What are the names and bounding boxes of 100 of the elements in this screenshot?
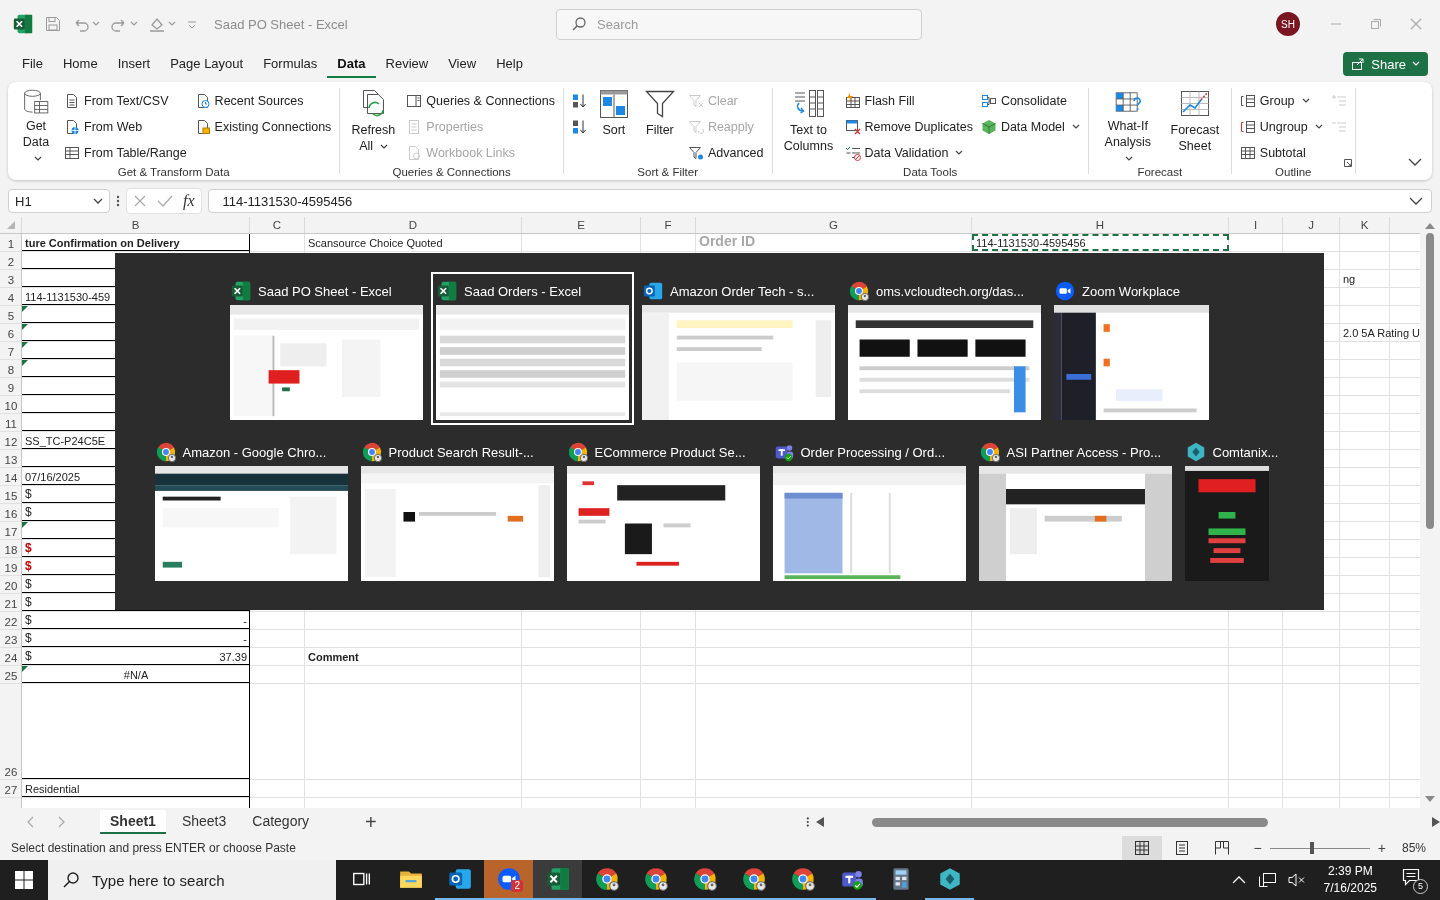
ribbon-button[interactable]: Text to Columns — [780, 88, 837, 166]
ribbon-button[interactable]: Advanced — [687, 140, 764, 166]
window-preview[interactable]: Saad Orders - Excel — [431, 272, 634, 425]
row-number[interactable]: 9 — [0, 378, 22, 395]
row-number[interactable]: 22 — [0, 612, 22, 629]
column-header[interactable]: D — [305, 217, 522, 233]
view-button[interactable] — [1121, 836, 1162, 860]
ribbon-button[interactable]: Data Model — [980, 114, 1080, 140]
column-header[interactable]: C — [250, 217, 305, 233]
ribbon-button[interactable]: Existing Connections — [194, 114, 332, 140]
add-sheet-button[interactable]: + — [365, 810, 377, 834]
row-number[interactable]: 18 — [0, 540, 22, 557]
row-number[interactable]: 15 — [0, 486, 22, 503]
column-header[interactable]: F — [641, 217, 696, 233]
row-number[interactable]: 24 — [0, 648, 22, 665]
ribbon-button[interactable]: From Table/Range — [64, 140, 187, 166]
row-number[interactable]: 10 — [0, 396, 22, 413]
insert-function-button[interactable]: fx — [183, 192, 195, 210]
menu-tab[interactable]: Home — [52, 50, 108, 78]
row-number[interactable]: 11 — [0, 414, 22, 431]
ribbon-button[interactable]: Subtotal — [1239, 140, 1323, 166]
collapse-ribbon-icon[interactable] — [1408, 158, 1422, 166]
column-header[interactable]: I — [1229, 217, 1283, 233]
sheet-tab[interactable]: Category — [242, 810, 320, 834]
slider-thumb[interactable] — [1309, 842, 1314, 854]
ribbon-button[interactable]: From Web — [64, 114, 187, 140]
window-preview[interactable]: Amazon - Google Chro... — [149, 433, 353, 586]
row-number[interactable]: 21 — [0, 594, 22, 611]
row-number[interactable]: 8 — [0, 360, 22, 377]
expand-icon[interactable] — [1409, 197, 1423, 205]
column-header[interactable]: J — [1283, 217, 1340, 233]
window-preview[interactable]: Order Processing / Ord... — [767, 433, 971, 586]
row-number[interactable]: 19 — [0, 558, 22, 575]
menu-tab[interactable]: Help — [486, 50, 533, 78]
dialog-launcher-icon[interactable] — [1342, 158, 1353, 168]
ribbon-button[interactable]: From Text/CSV — [64, 88, 187, 114]
menu-tab[interactable]: Formulas — [253, 50, 328, 78]
row-number[interactable]: 2 — [0, 252, 22, 269]
save-icon[interactable] — [44, 15, 62, 33]
taskbar-search-field[interactable]: Type here to search — [48, 860, 336, 900]
row-number[interactable]: 14 — [0, 468, 22, 485]
ribbon-button[interactable]: Group — [1239, 88, 1323, 114]
ribbon-button[interactable]: Forecast Sheet — [1166, 88, 1223, 166]
row-number[interactable]: 6 — [0, 324, 22, 341]
zoom-in-button[interactable]: + — [1377, 840, 1386, 856]
row-number[interactable]: 3 — [0, 270, 22, 287]
ribbon-button[interactable]: Consolidate — [980, 88, 1080, 114]
ribbon-button[interactable]: Ungroup — [1239, 114, 1323, 140]
ribbon-button[interactable]: Filter — [639, 88, 680, 166]
window-preview[interactable]: Amazon Order Tech - s... — [637, 272, 840, 425]
menu-tab[interactable]: Insert — [107, 50, 161, 78]
more-options-icon[interactable] — [806, 815, 810, 829]
scrollbar-thumb[interactable] — [872, 817, 1268, 827]
window-preview[interactable]: ASI Partner Access - Pro... — [973, 433, 1177, 586]
taskbar-button[interactable]: 2 — [484, 860, 533, 900]
ribbon-button[interactable]: What-If Analysis — [1096, 88, 1159, 166]
name-box[interactable]: H1 — [8, 189, 110, 213]
row-number[interactable]: 16 — [0, 504, 22, 521]
ribbon-button[interactable]: Refresh All — [348, 88, 399, 166]
menu-tab[interactable]: Review — [375, 50, 439, 78]
ribbon-button[interactable]: Get Data — [16, 88, 56, 166]
sheet-tab[interactable]: Sheet1 — [100, 810, 166, 834]
muted-speaker-icon[interactable] — [1287, 872, 1306, 888]
sheet-tab[interactable]: Sheet3 — [171, 810, 237, 834]
show-hidden-icons-icon[interactable] — [1231, 876, 1246, 884]
window-preview[interactable]: Comtanix... — [1179, 433, 1290, 586]
horizontal-scrollbar[interactable] — [816, 817, 1440, 827]
ribbon-button[interactable]: Remove Duplicates — [844, 114, 973, 140]
ribbon-button[interactable]: Queries & Connections — [406, 88, 555, 114]
zoom-out-button[interactable]: − — [1253, 840, 1262, 856]
menu-tab[interactable]: Data — [327, 50, 376, 78]
row-number[interactable]: 26 — [0, 684, 22, 779]
window-preview[interactable]: Product Search Result-... — [355, 433, 559, 586]
customize-icon[interactable] — [186, 19, 198, 29]
row-number[interactable]: 12 — [0, 432, 22, 449]
ribbon-button[interactable]: Recent Sources — [194, 88, 332, 114]
row-number[interactable]: 13 — [0, 450, 22, 467]
column-header[interactable]: G — [696, 217, 972, 233]
window-preview[interactable]: oms.vcloudtech.org/das... — [843, 272, 1046, 425]
user-avatar[interactable]: SH — [1276, 12, 1300, 36]
ribbon-button[interactable]: Sort — [595, 88, 632, 166]
row-number[interactable]: 20 — [0, 576, 22, 593]
row-number[interactable]: 4 — [0, 288, 22, 305]
clock[interactable]: 2:39 PM 7/16/2025 — [1323, 863, 1377, 897]
row-number[interactable]: 7 — [0, 342, 22, 359]
column-header[interactable]: K — [1340, 217, 1390, 233]
notifications-button[interactable]: 5 — [1401, 866, 1428, 894]
more-options-icon[interactable] — [116, 194, 120, 208]
formula-field[interactable]: 114-1131530-4595456 — [207, 189, 1432, 213]
window-preview[interactable]: ECommerce Product Se... — [561, 433, 765, 586]
check-icon[interactable] — [157, 194, 173, 208]
column-header[interactable]: B — [22, 217, 250, 233]
menu-tab[interactable]: File — [12, 50, 53, 78]
menu-tab[interactable]: View — [438, 50, 487, 78]
column-header[interactable]: E — [522, 217, 641, 233]
menu-tab[interactable]: Page Layout — [160, 50, 254, 78]
row-number[interactable]: 23 — [0, 630, 22, 647]
column-header[interactable]: H — [972, 217, 1229, 233]
row-number[interactable]: 5 — [0, 306, 22, 323]
ribbon-button[interactable]: Data Validation — [844, 140, 973, 166]
